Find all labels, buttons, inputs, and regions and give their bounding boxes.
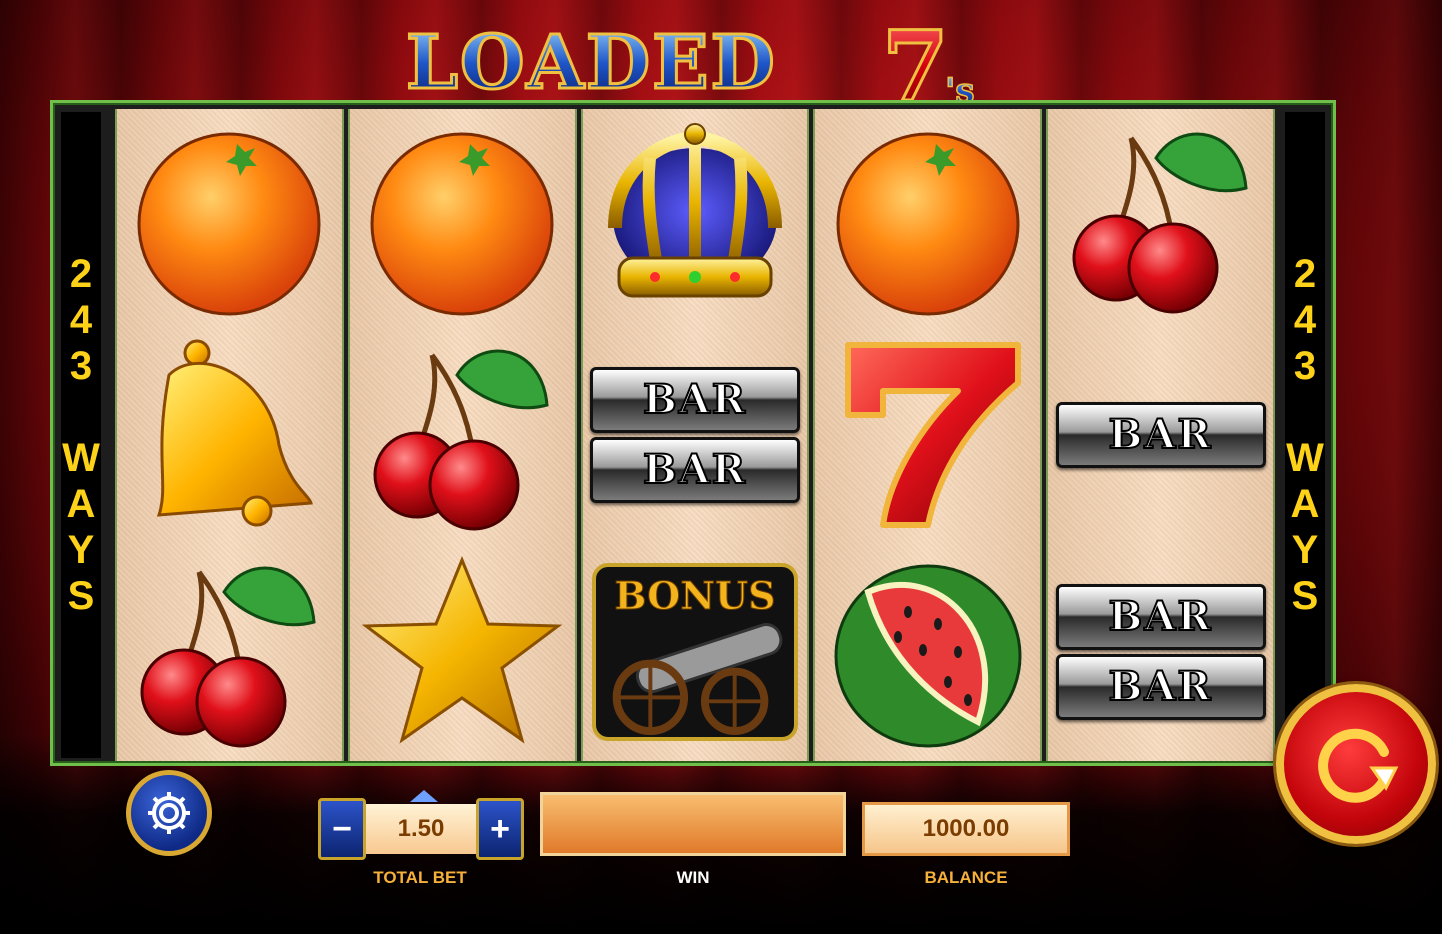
symbol-watermelon	[815, 543, 1040, 760]
symbol-crown	[583, 109, 808, 326]
reel-1	[115, 109, 344, 761]
bet-up-arrow-icon[interactable]	[410, 790, 438, 802]
logo-word: LOADED	[406, 20, 777, 106]
symbol-orange	[350, 109, 575, 326]
total-bet-control: − 1.50 +	[318, 790, 526, 860]
symbol-orange	[815, 109, 1040, 326]
reel-3: BAR BAR BONUS	[580, 109, 810, 761]
cherry-icon	[373, 349, 549, 530]
bar-label: BAR	[1108, 410, 1213, 459]
ways-banner-left: 2 4 3 W A Y S	[61, 112, 101, 758]
symbol-cherry	[1048, 109, 1273, 326]
bonus-label: BONUS	[614, 572, 776, 618]
reel-4	[813, 109, 1043, 761]
cannon-icon	[612, 622, 783, 735]
reel-5: BAR BAR BAR	[1046, 109, 1275, 761]
reel-frame: 2 4 3 W A Y S 2 4 3 W A Y S BAR BAR BONU…	[50, 100, 1336, 766]
logo-seven: 7	[882, 14, 949, 114]
total-bet-value: 1.50	[366, 804, 476, 854]
symbol-cherry	[117, 543, 342, 760]
symbol-cherry	[350, 326, 575, 543]
settings-button[interactable]	[126, 770, 212, 856]
reel-area: BAR BAR BONUS BAR BAR BAR	[113, 109, 1277, 761]
balance-label: BALANCE	[924, 868, 1008, 887]
bar-label: BAR	[642, 445, 748, 494]
orange-icon	[370, 132, 554, 315]
star-icon	[362, 555, 563, 744]
ways-text-left: 2 4 3 W A Y S	[62, 252, 100, 618]
ways-text-right: 2 4 3 W A Y S	[1286, 252, 1324, 618]
reel-2	[347, 109, 577, 761]
symbol-double-bar: BAR BAR	[583, 326, 808, 543]
balance-value: 1000.00	[862, 802, 1070, 856]
gear-icon	[148, 792, 190, 834]
bar-stack: BAR BAR	[1055, 582, 1266, 722]
win-label: WIN	[676, 868, 710, 887]
bar-stack: BAR	[1055, 400, 1266, 470]
symbol-seven	[815, 326, 1040, 543]
bonus-tile: BONUS	[591, 562, 798, 741]
ways-banner-right: 2 4 3 W A Y S	[1285, 112, 1325, 758]
bar-label: BAR	[1108, 592, 1213, 641]
cherry-icon	[1072, 132, 1248, 313]
bell-icon	[157, 339, 314, 526]
spin-button[interactable]	[1276, 684, 1436, 844]
orange-icon	[836, 132, 1020, 315]
bar-block: BAR	[589, 366, 800, 433]
orange-icon	[137, 132, 321, 315]
spin-arrow-icon	[1318, 728, 1399, 803]
seven-icon	[844, 341, 1021, 528]
bar-block: BAR	[589, 436, 800, 503]
watermelon-icon	[834, 564, 1022, 747]
increase-bet-button[interactable]: +	[476, 798, 524, 860]
symbol-star	[350, 543, 575, 760]
bar-stack: BAR BAR	[589, 365, 800, 505]
game-logo: LOADED 7 's	[400, 9, 1000, 125]
win-field	[540, 792, 846, 856]
cherry-icon	[140, 566, 316, 747]
bar-label: BAR	[642, 375, 748, 424]
symbol-bonus: BONUS	[583, 543, 808, 760]
symbol-bar: BAR	[1048, 326, 1273, 543]
bar-block: BAR	[1055, 401, 1266, 468]
bar-label: BAR	[1108, 662, 1213, 711]
decrease-bet-button[interactable]: −	[318, 798, 366, 860]
symbol-double-bar: BAR BAR	[1048, 543, 1273, 760]
bar-block: BAR	[1055, 653, 1266, 720]
crown-icon	[607, 122, 782, 297]
symbol-orange	[117, 109, 342, 326]
bar-block: BAR	[1055, 583, 1266, 650]
total-bet-label: TOTAL BET	[373, 868, 467, 887]
symbol-bell	[117, 326, 342, 543]
